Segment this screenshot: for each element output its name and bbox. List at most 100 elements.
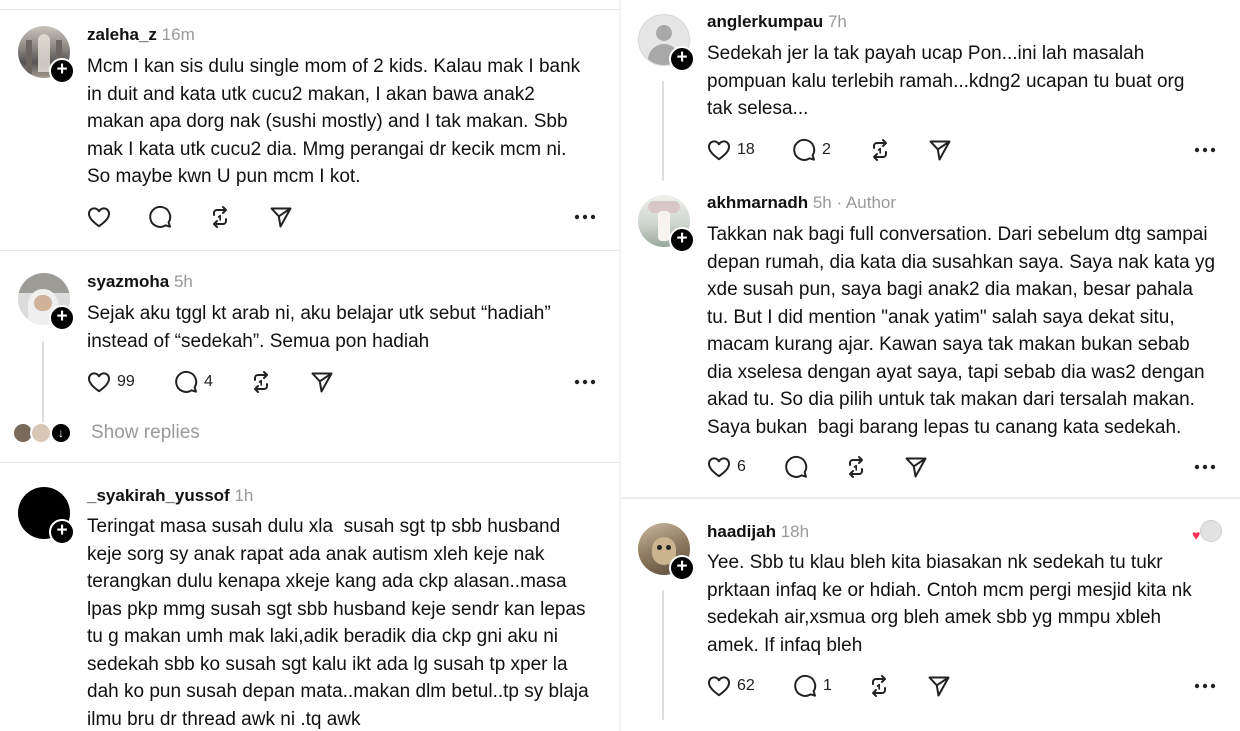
like-count: 62 [737,677,755,694]
reply-count: 4 [204,373,213,390]
repost-icon [866,673,892,699]
divider [620,497,1240,499]
post-header: anglerkumpau 7h [707,12,847,32]
reply-button[interactable]: 2 [791,137,831,163]
username[interactable]: anglerkumpau [707,12,823,31]
thread-line [662,590,664,720]
timestamp: 1h [234,486,254,505]
reply-button[interactable]: 1 [792,673,832,699]
reply-button[interactable] [147,204,173,230]
post-header: zaleha_z 16m [87,25,195,45]
timestamp: 5h [173,272,193,291]
divider [0,250,620,251]
more-icon [574,214,596,220]
more-button[interactable] [1194,454,1216,480]
share-button[interactable] [926,673,952,699]
more-icon [1194,464,1216,470]
reply-button[interactable]: 4 [173,369,213,395]
username[interactable]: zaleha_z [87,25,157,44]
more-button[interactable] [1194,137,1216,163]
follow-plus-icon[interactable]: + [669,46,695,72]
more-button[interactable] [574,204,596,230]
repost-button[interactable] [843,454,869,480]
repost-button[interactable] [248,369,274,395]
author-label: · Author [836,193,897,212]
liked-by-author-indicator: ♥ [1192,520,1222,544]
like-button[interactable]: 62 [706,673,755,699]
repost-button[interactable] [867,137,893,163]
repost-button[interactable] [866,673,892,699]
left-thread-panel: + zaleha_z 16m Mcm I kan sis dulu single… [0,0,620,731]
more-button[interactable] [1194,673,1216,699]
post-header: _syakirah_yussof 1h [87,486,253,506]
post-text: Teringat masa susah dulu xla susah sgt t… [87,516,589,730]
like-count: 99 [117,373,135,390]
share-button[interactable] [903,454,929,480]
heart-icon [86,369,112,395]
repost-icon [248,369,274,395]
post-header: akhmarnadh 5h · Author [707,193,896,213]
send-icon [927,137,953,163]
timestamp: 7h [827,12,847,31]
post-header: syazmoha 5h [87,272,193,292]
share-button[interactable] [927,137,953,163]
comment-icon [147,204,173,230]
like-button[interactable]: 6 [706,454,746,480]
username[interactable]: syazmoha [87,272,169,291]
thread-line [42,341,44,429]
send-icon [268,204,294,230]
send-icon [926,673,952,699]
timestamp: 18h [780,522,810,541]
repost-icon [843,454,869,480]
heart-icon [86,204,112,230]
reply-avatars[interactable]: ↓ [12,422,78,444]
action-bar: 18 2 [706,137,1222,163]
more-button[interactable] [574,369,596,395]
post-text: Yee. Sbb tu klau bleh kita biasakan nk s… [707,552,1192,656]
send-icon [309,369,335,395]
comment-icon [791,137,817,163]
avatar [30,422,52,444]
avatar [1200,520,1222,542]
arrow-down-icon: ↓ [50,422,72,444]
more-icon [1194,147,1216,153]
username[interactable]: akhmarnadh [707,193,808,212]
username[interactable]: _syakirah_yussof [87,486,230,505]
timestamp: 16m [161,25,195,44]
heart-icon [706,137,732,163]
reply-button[interactable] [783,454,809,480]
like-button[interactable]: 18 [706,137,755,163]
share-button[interactable] [268,204,294,230]
follow-plus-icon[interactable]: + [49,305,75,331]
action-bar: 62 1 [706,673,1222,699]
thread-line [662,81,664,181]
follow-plus-icon[interactable]: + [49,519,75,545]
like-count: 6 [737,458,746,475]
share-button[interactable] [309,369,335,395]
action-bar: 6 [706,454,1222,480]
more-icon [1194,683,1216,689]
post-header: haadijah 18h [707,522,809,542]
follow-plus-icon[interactable]: + [669,555,695,581]
repost-icon [867,137,893,163]
show-replies-link[interactable]: Show replies [91,422,200,444]
divider [0,462,620,463]
comment-icon [173,369,199,395]
repost-icon [207,204,233,230]
like-button[interactable] [86,204,112,230]
action-bar: 99 4 [86,369,602,395]
follow-plus-icon[interactable]: + [669,227,695,253]
more-icon [574,379,596,385]
right-thread-panel: + anglerkumpau 7h Sedekah jer la tak pay… [620,0,1240,731]
like-button[interactable]: 99 [86,369,135,395]
divider [0,9,620,10]
username[interactable]: haadijah [707,522,776,541]
like-count: 18 [737,141,755,158]
comment-icon [783,454,809,480]
panel-separator [619,0,621,731]
follow-plus-icon[interactable]: + [49,58,75,84]
post-text: Sejak aku tggl kt arab ni, aku belajar u… [87,303,551,352]
action-bar [86,204,602,230]
timestamp: 5h [812,193,832,212]
repost-button[interactable] [207,204,233,230]
